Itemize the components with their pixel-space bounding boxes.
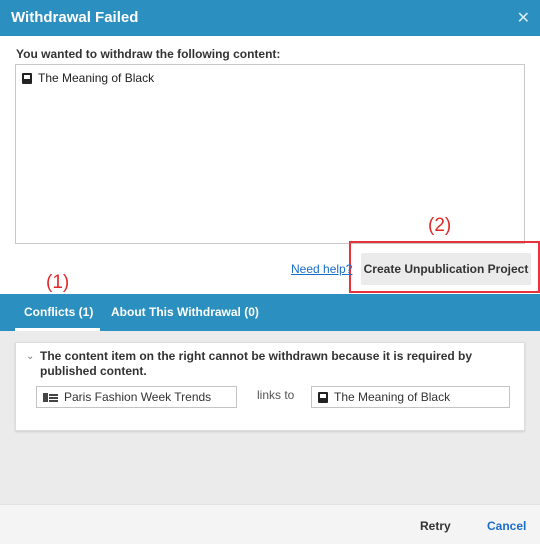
annotation-marker-1: (1) (46, 272, 70, 293)
dialog-title: Withdrawal Failed (11, 9, 139, 26)
need-help-link[interactable]: Need help? (291, 262, 352, 276)
source-content-label: Paris Fashion Week Trends (64, 390, 212, 404)
retry-button[interactable]: Retry (420, 519, 451, 533)
conflict-card: ⌄ The content item on the right cannot b… (15, 342, 525, 431)
source-content-field[interactable]: Paris Fashion Week Trends (36, 386, 237, 408)
close-icon[interactable]: ✕ (517, 8, 530, 28)
tab-bar: Conflicts (1) About This Withdrawal (0) (0, 294, 540, 331)
dialog-titlebar: Withdrawal Failed ✕ (0, 0, 540, 36)
list-item[interactable]: The Meaning of Black (22, 71, 154, 85)
tab-about-this-withdrawal[interactable]: About This Withdrawal (0) (111, 305, 259, 319)
document-icon (22, 72, 32, 84)
chevron-down-icon[interactable]: ⌄ (26, 351, 34, 362)
tab-conflicts[interactable]: Conflicts (1) (24, 305, 93, 319)
document-icon (318, 391, 328, 403)
create-unpublication-project-button[interactable]: Create Unpublication Project (361, 253, 531, 285)
cancel-button[interactable]: Cancel (487, 519, 526, 533)
content-item-label: The Meaning of Black (38, 71, 155, 85)
target-content-label: The Meaning of Black (334, 390, 451, 404)
dialog-footer: Retry Cancel (0, 504, 540, 544)
conflict-message: The content item on the right cannot be … (40, 349, 473, 378)
intro-text: You wanted to withdraw the following con… (16, 47, 281, 61)
target-content-field[interactable]: The Meaning of Black (311, 386, 510, 408)
annotation-marker-2: (2) (428, 215, 452, 236)
article-icon (43, 392, 58, 402)
relation-label: links to (257, 388, 295, 402)
conflicts-panel: ⌄ The content item on the right cannot b… (0, 331, 540, 504)
